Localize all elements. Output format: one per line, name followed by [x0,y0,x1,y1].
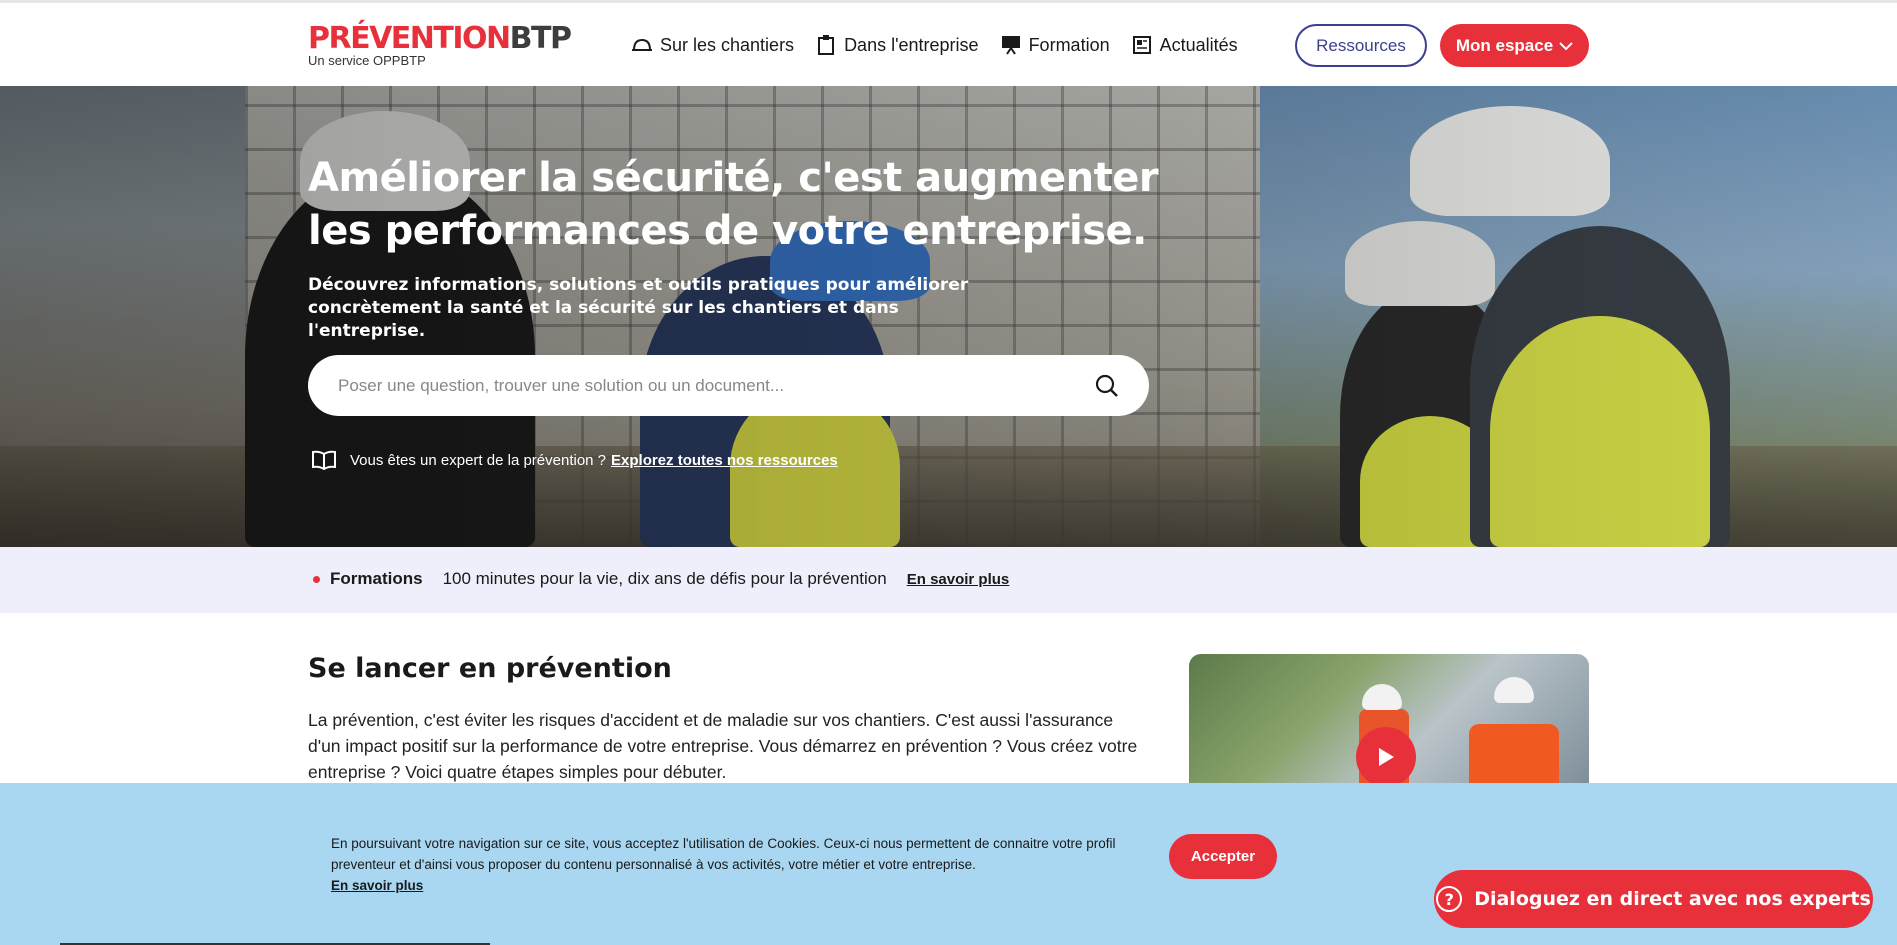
presentation-icon [1001,35,1021,55]
chat-experts-button[interactable]: ? Dialoguez en direct avec nos experts [1434,870,1873,928]
info-band: Formations 100 minutes pour la vie, dix … [0,547,1897,613]
nav-item-formation[interactable]: Formation [1001,35,1110,56]
cookie-text-block: En poursuivant votre navigation sur ce s… [331,833,1151,896]
expert-link-row: Vous êtes un expert de la prévention ? E… [312,450,838,471]
helmet-white [1494,677,1534,703]
book-icon [312,450,336,471]
band-text: 100 minutes pour la vie, dix ans de défi… [442,569,887,588]
search-icon[interactable] [1093,372,1121,400]
nav-label: Sur les chantiers [660,34,795,55]
expert-text: Vous êtes un expert de la prévention ? [350,451,607,469]
cookie-message: En poursuivant votre navigation sur ce s… [331,836,1116,872]
hero-banner: Améliorer la sécurité, c'est augmenter l… [0,86,1897,547]
hero-title: Améliorer la sécurité, c'est augmenter l… [308,155,1159,254]
band-more-link[interactable]: En savoir plus [907,571,1010,588]
worker-figure [1469,724,1559,784]
search-input[interactable] [338,375,1093,396]
helmet-icon [632,35,652,55]
my-space-button[interactable]: Mon espace [1440,24,1589,67]
help-icon: ? [1436,886,1463,912]
chevron-down-icon [1559,36,1573,56]
cookie-banner: En poursuivant votre navigation sur ce s… [0,783,1897,945]
hero-subtitle: Découvrez informations, solutions et out… [308,275,969,341]
clipboard-icon [816,35,836,55]
site-header: PRÉVENTIONBTP Un service OPPBTP Sur les … [0,3,1897,86]
my-space-label: Mon espace [1455,35,1554,55]
bullet-dot [313,575,320,583]
nav-label: Actualités [1159,34,1238,55]
logo-wordmark: PRÉVENTIONBTP [308,21,572,56]
site-logo[interactable]: PRÉVENTIONBTP Un service OPPBTP [308,21,572,69]
nav-item-actualites[interactable]: Actualités [1132,35,1238,56]
play-icon[interactable] [1356,727,1416,784]
nav-item-chantiers[interactable]: Sur les chantiers [632,35,794,56]
nav-label: Dans l'entreprise [844,34,979,55]
section-text: La prévention, c'est éviter les risques … [308,710,1138,782]
search-bar [308,355,1149,416]
main-nav: Sur les chantiers Dans l'entreprise Form… [632,29,1260,61]
newspaper-icon [1132,35,1152,55]
resources-button[interactable]: Ressources [1295,24,1427,67]
video-thumbnail[interactable] [1189,654,1589,784]
cookie-more-link[interactable]: En savoir plus [331,875,1151,896]
chat-label: Dialoguez en direct avec nos experts [1474,888,1871,910]
section-title: Se lancer en prévention [308,653,672,684]
nav-label: Formation [1028,34,1110,55]
band-tag: Formations [330,569,423,588]
helmet-white [1362,684,1402,710]
accept-cookies-button[interactable]: Accepter [1169,834,1277,879]
nav-item-entreprise[interactable]: Dans l'entreprise [816,35,979,56]
explore-resources-link[interactable]: Explorez toutes nos ressources [611,452,838,469]
